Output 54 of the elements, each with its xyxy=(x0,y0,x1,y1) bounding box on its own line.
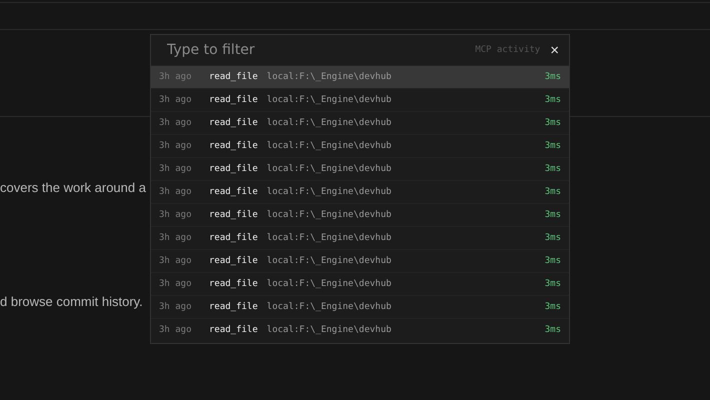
time-text: 3h ago xyxy=(159,141,193,151)
target-path: local:F:\_Engine\devhub xyxy=(266,210,392,220)
duration-text: 3ms xyxy=(544,325,561,335)
tool-name: read_file xyxy=(209,325,258,335)
tool-name: read_file xyxy=(209,187,258,197)
time-text: 3h ago xyxy=(159,279,193,289)
target-path: local:F:\_Engine\devhub xyxy=(266,141,392,151)
duration-text: 3ms xyxy=(544,302,561,312)
time-text: 3h ago xyxy=(159,72,193,82)
target-path: local:F:\_Engine\devhub xyxy=(266,256,392,266)
duration-text: 3ms xyxy=(544,210,561,220)
time-text: 3h ago xyxy=(159,256,193,266)
paragraph-text: d browse commit history. xyxy=(0,293,143,311)
tool-name: read_file xyxy=(209,302,258,312)
duration-text: 3ms xyxy=(544,279,561,289)
tool-name: read_file xyxy=(209,210,258,220)
tool-name: read_file xyxy=(209,141,258,151)
time-text: 3h ago xyxy=(159,187,193,197)
target-path: local:F:\_Engine\devhub xyxy=(266,325,392,335)
time-text: 3h ago xyxy=(159,325,193,335)
palette-label: MCP activity xyxy=(475,45,540,55)
duration-text: 3ms xyxy=(544,256,561,266)
duration-text: 3ms xyxy=(544,95,561,105)
duration-text: 3ms xyxy=(544,233,561,243)
tool-name: read_file xyxy=(209,95,258,105)
tool-name: read_file xyxy=(209,256,258,266)
duration-text: 3ms xyxy=(544,141,561,151)
paragraph-text: covers the work around a xyxy=(0,179,146,197)
duration-text: 3ms xyxy=(544,164,561,174)
filter-input[interactable]: Type to filter xyxy=(167,42,468,58)
tool-name: read_file xyxy=(209,72,258,82)
time-text: 3h ago xyxy=(159,233,193,243)
activity-row[interactable]: 3h ago read_file local:F:\_Engine\devhub 3ms xyxy=(151,65,569,88)
tool-name: read_file xyxy=(209,279,258,289)
target-path: local:F:\_Engine\devhub xyxy=(266,95,392,105)
tool-name: read_file xyxy=(209,164,258,174)
duration-text: 3ms xyxy=(544,72,561,82)
duration-text: 3ms xyxy=(544,187,561,197)
time-text: 3h ago xyxy=(159,118,193,128)
time-text: 3h ago xyxy=(159,95,193,105)
time-text: 3h ago xyxy=(159,210,193,220)
target-path: local:F:\_Engine\devhub xyxy=(266,233,392,243)
close-button[interactable]: × xyxy=(548,42,561,58)
target-path: local:F:\_Engine\devhub xyxy=(266,118,392,128)
tool-name: read_file xyxy=(209,233,258,243)
duration-text: 3ms xyxy=(544,118,561,128)
target-path: local:F:\_Engine\devhub xyxy=(266,72,392,82)
target-path: local:F:\_Engine\devhub xyxy=(266,302,392,312)
tool-name: read_file xyxy=(209,118,258,128)
target-path: local:F:\_Engine\devhub xyxy=(266,164,392,174)
time-text: 3h ago xyxy=(159,302,193,312)
target-path: local:F:\_Engine\devhub xyxy=(266,279,392,289)
time-text: 3h ago xyxy=(159,164,193,174)
target-path: local:F:\_Engine\devhub xyxy=(266,187,392,197)
